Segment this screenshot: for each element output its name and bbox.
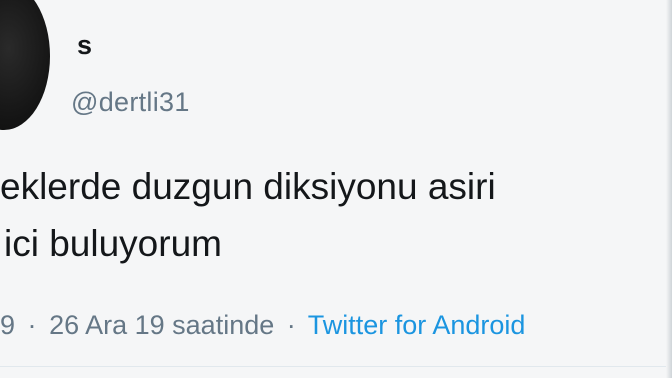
tweet-text: eklerde duzgun diksiyonu asiri ici buluy… bbox=[0, 158, 672, 272]
tweet-date[interactable]: 26 Ara 19 saatinde bbox=[49, 310, 274, 340]
tweet-time[interactable]: 9 bbox=[0, 310, 15, 340]
meta-separator: · bbox=[27, 310, 37, 340]
tweet-text-line-1: eklerde duzgun diksiyonu asiri bbox=[0, 166, 496, 207]
tweet-card: s @dertli31 eklerde duzgun diksiyonu asi… bbox=[0, 0, 672, 378]
avatar[interactable] bbox=[0, 0, 50, 130]
tweet-text-line-2: ici buluyorum bbox=[4, 223, 222, 264]
card-edge bbox=[666, 0, 672, 378]
user-handle[interactable]: @dertli31 bbox=[71, 87, 190, 117]
display-name[interactable]: s bbox=[77, 30, 92, 60]
divider bbox=[0, 366, 672, 367]
meta-separator: · bbox=[286, 310, 296, 340]
tweet-source-link[interactable]: Twitter for Android bbox=[308, 310, 526, 340]
tweet-meta: 9 · 26 Ara 19 saatinde · Twitter for And… bbox=[0, 309, 525, 341]
